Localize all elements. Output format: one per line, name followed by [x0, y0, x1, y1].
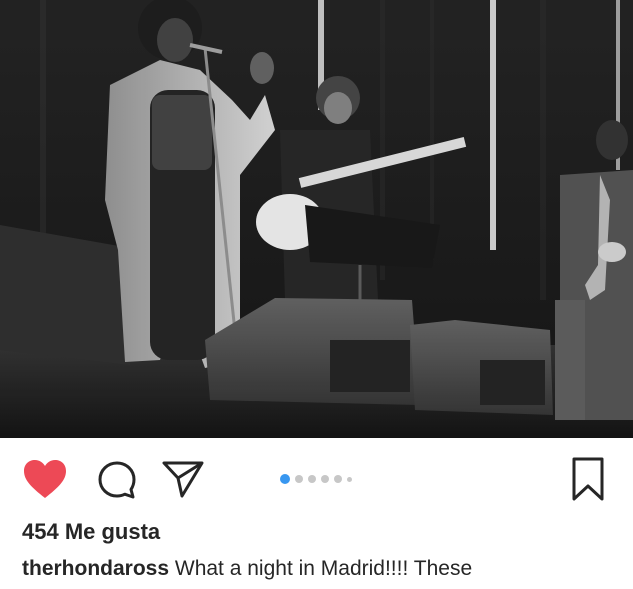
carousel-dot: [334, 475, 342, 483]
concert-photo-image: [0, 0, 633, 438]
carousel-indicator: [280, 473, 352, 485]
carousel-dot: [295, 475, 303, 483]
post-action-bar: [0, 438, 633, 520]
likes-count[interactable]: 454 Me gusta: [22, 519, 160, 545]
heart-filled-icon[interactable]: [22, 458, 68, 500]
bookmark-icon[interactable]: [570, 456, 606, 502]
caption-text: What a night in Madrid!!!! These: [174, 557, 473, 580]
carousel-dot: [347, 476, 352, 482]
caption-username[interactable]: therhondaross: [22, 557, 169, 580]
paper-plane-icon[interactable]: [160, 458, 206, 500]
carousel-dot-active: [280, 474, 290, 484]
carousel-dot: [321, 475, 329, 483]
post-photo[interactable]: [0, 0, 633, 438]
comment-bubble-icon[interactable]: [96, 459, 138, 501]
post-caption: therhondaross What a night in Madrid!!!!…: [22, 557, 472, 581]
carousel-dot: [308, 475, 316, 483]
